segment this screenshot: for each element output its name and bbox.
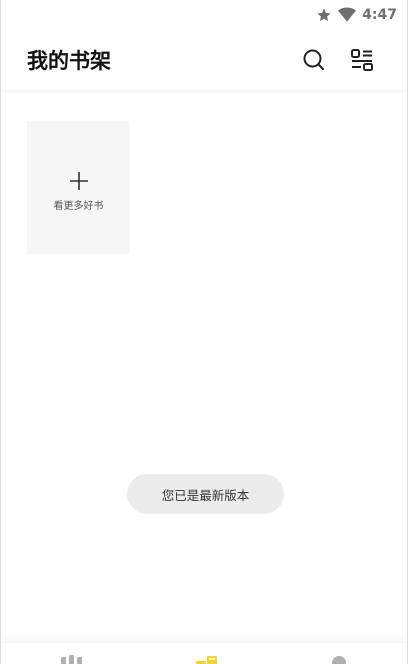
star-icon xyxy=(316,7,332,23)
add-books-card[interactable]: 看更多好书 xyxy=(27,121,130,254)
header-divider xyxy=(1,90,407,95)
search-icon[interactable] xyxy=(301,47,327,73)
wifi-icon xyxy=(338,7,357,23)
bookshelf-icon[interactable] xyxy=(193,655,223,664)
header-actions xyxy=(301,47,381,73)
status-bar: 4:47 xyxy=(1,0,407,30)
status-time: 4:47 xyxy=(362,7,397,23)
header: 我的书架 xyxy=(1,30,407,90)
bottom-nav xyxy=(1,642,407,664)
add-books-label: 看更多好书 xyxy=(53,201,104,212)
profile-icon[interactable] xyxy=(325,655,355,664)
app-screen: 4:47 我的书架 看更多好书 您已是最新版本 xyxy=(0,0,408,664)
plus-icon xyxy=(69,171,89,191)
bookstore-icon[interactable] xyxy=(59,655,89,664)
page-title: 我的书架 xyxy=(27,49,111,73)
list-icon[interactable] xyxy=(349,47,375,73)
toast-message: 您已是最新版本 xyxy=(127,474,284,514)
